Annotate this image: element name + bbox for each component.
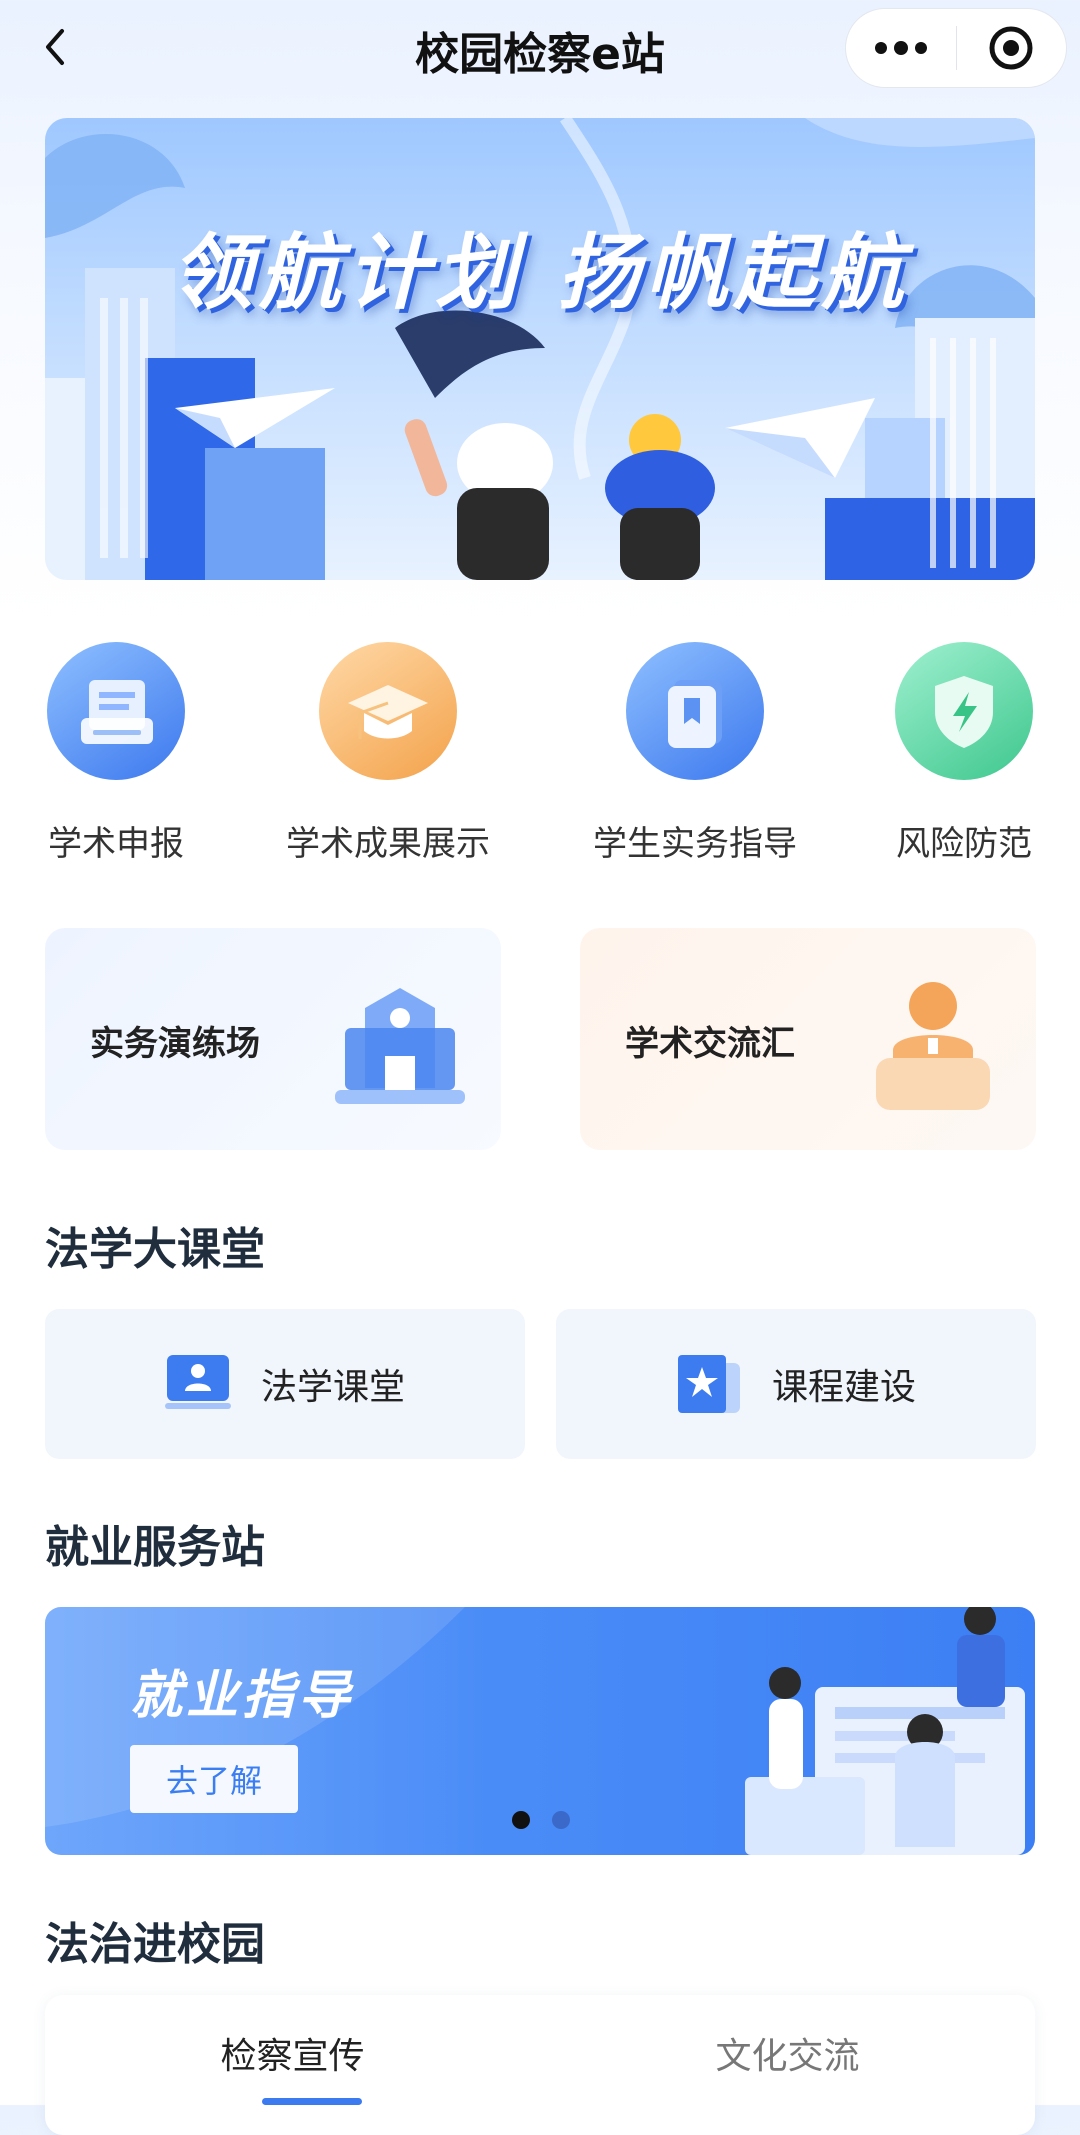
law-classroom-label: 法学课堂: [260, 1367, 405, 1408]
target-close-icon: [989, 26, 1033, 70]
law-campus-tabs: 检察宣传 文化交流: [45, 1995, 1035, 2135]
presenter-icon: [164, 1355, 231, 1409]
more-dots-icon: [874, 41, 927, 55]
active-tab-indicator: [262, 2098, 362, 2105]
hero-banner[interactable]: 领航计划 扬帆起航: [45, 118, 1035, 580]
book-icon: [626, 642, 764, 780]
employment-banner-title: 就业指导: [130, 1666, 355, 1726]
quick-entry-label: 学生实务指导: [593, 824, 797, 864]
tab-culture-exchange[interactable]: 文化交流: [540, 2027, 1035, 2079]
star-document-icon: [677, 1355, 740, 1413]
building-icon: [335, 988, 465, 1104]
law-classroom-card[interactable]: 法学课堂: [45, 1309, 525, 1459]
scanner-icon: [47, 642, 185, 780]
quick-entry-student-guidance[interactable]: 学生实务指导: [571, 642, 819, 865]
hero-title: 领航计划 扬帆起航: [170, 226, 910, 321]
hero-illustration: [45, 118, 1035, 580]
quick-entry-label: 学术申报: [48, 824, 184, 864]
graduation-cap-icon: [319, 642, 457, 780]
academic-exchange-card[interactable]: 学术交流汇: [580, 928, 1036, 1150]
carousel-dot-active[interactable]: [512, 1811, 530, 1829]
practice-field-card[interactable]: 实务演练场: [45, 928, 501, 1150]
law-campus-title: 法治进校园: [45, 1919, 265, 1970]
close-button[interactable]: [957, 9, 1067, 87]
practice-field-label: 实务演练场: [90, 1024, 260, 1064]
course-building-label: 课程建设: [771, 1367, 916, 1408]
academic-exchange-label: 学术交流汇: [625, 1024, 795, 1064]
quick-entry-academic-achievement[interactable]: 学术成果展示: [264, 642, 512, 865]
quick-entry-label: 风险防范: [896, 824, 1032, 864]
law-class-title: 法学大课堂: [45, 1224, 265, 1275]
quick-entry-label: 学术成果展示: [286, 824, 490, 864]
speaker-podium-icon: [876, 982, 990, 1110]
quick-entry-academic-report[interactable]: 学术申报: [34, 642, 198, 865]
more-button[interactable]: [846, 9, 956, 87]
employment-illustration: [45, 1607, 1025, 1855]
employment-banner[interactable]: 就业指导 去了解: [45, 1607, 1035, 1855]
employment-title: 就业服务站: [45, 1522, 265, 1573]
quick-entry-risk-prevention[interactable]: 风险防范: [882, 642, 1046, 865]
shield-lightning-icon: [895, 642, 1033, 780]
tab-prosecution-promotion[interactable]: 检察宣传: [45, 2027, 540, 2079]
course-building-card[interactable]: 课程建设: [556, 1309, 1036, 1459]
carousel-dot[interactable]: [552, 1811, 570, 1829]
learn-more-button[interactable]: 去了解: [130, 1745, 298, 1813]
mini-program-capsule: [845, 8, 1067, 88]
